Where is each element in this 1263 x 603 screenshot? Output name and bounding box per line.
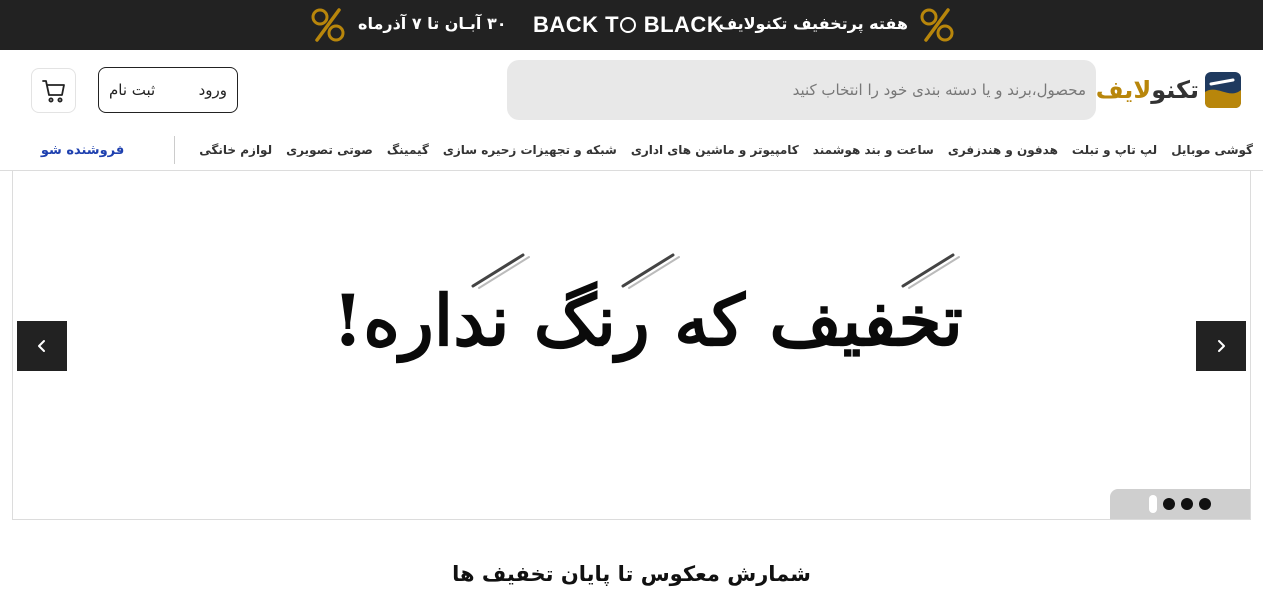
cart-icon xyxy=(41,79,65,102)
category-nav: گوشی موبایل لپ تاپ و تبلت هدفون و هندزفر… xyxy=(41,136,1253,164)
logo-accent: لایف xyxy=(1095,76,1152,104)
chevron-left-icon xyxy=(38,340,45,352)
login-link[interactable]: ورود xyxy=(199,81,227,99)
promo-bar[interactable]: هفته پرتخفیف تکنولایف BACK T BLACK ۳۰ آب… xyxy=(0,0,1263,50)
nav-item-network-storage[interactable]: شبکه و تجهیزات زحیره سازی xyxy=(443,143,617,157)
nav-item-gaming[interactable]: گیمینگ xyxy=(387,143,429,157)
cart-button[interactable] xyxy=(31,68,76,113)
slider-next-button[interactable] xyxy=(1196,321,1246,371)
logo-mark-icon xyxy=(1205,72,1241,108)
site-logo[interactable]: تکنولایف xyxy=(1096,70,1243,110)
banner-headline: تخفیف که رنگ نداره! xyxy=(332,279,963,362)
slider-dot[interactable] xyxy=(1199,498,1211,510)
auth-box[interactable]: ورود ثبت نام xyxy=(98,67,238,113)
signup-link[interactable]: ثبت نام xyxy=(109,81,155,99)
back-to-black-logo: BACK T BLACK xyxy=(533,12,723,38)
slider-dot[interactable] xyxy=(1181,498,1193,510)
slider-pagination xyxy=(1110,489,1250,519)
slider-prev-button[interactable] xyxy=(17,321,67,371)
nav-item-headphones[interactable]: هدفون و هندزفری xyxy=(948,143,1058,157)
promo-week-text: هفته پرتخفیف تکنولایف xyxy=(718,14,908,33)
brand-pre: BACK T xyxy=(533,12,620,37)
slider-dot[interactable] xyxy=(1163,498,1175,510)
nav-item-mobile[interactable]: گوشی موبایل xyxy=(1171,143,1253,157)
hero-banner-slider[interactable]: تخفیف که رنگ نداره! xyxy=(12,171,1251,520)
promo-dates-text: ۳۰ آبـان تا ۷ آذرماه xyxy=(358,14,507,33)
chevron-right-icon xyxy=(1218,340,1225,352)
countdown-title: شمارش معکوس تا پایان تخفیف ها xyxy=(452,562,811,586)
percent-icon xyxy=(311,8,345,42)
logo-text: تکنولایف xyxy=(1096,76,1199,104)
nav-item-smartwatch[interactable]: ساعت و بند هوشمند xyxy=(813,143,934,157)
become-seller-link[interactable]: فروشنده شو xyxy=(41,143,124,158)
nav-item-laptop-tablet[interactable]: لپ تاپ و تبلت xyxy=(1072,143,1157,157)
brand-o-icon xyxy=(620,17,637,33)
search-box[interactable] xyxy=(507,60,1096,120)
percent-icon xyxy=(920,8,954,42)
nav-item-computers[interactable]: کامپیوتر و ماشین های اداری xyxy=(631,143,799,157)
slider-dot[interactable] xyxy=(1149,495,1157,513)
nav-divider xyxy=(174,136,176,164)
nav-item-home-appliances[interactable]: لوازم خانگی xyxy=(199,143,272,157)
brand-post: BLACK xyxy=(637,12,724,37)
nav-item-audio-video[interactable]: صوتی تصویری xyxy=(286,143,373,157)
search-input[interactable] xyxy=(517,81,1086,99)
logo-main: تکنو xyxy=(1151,76,1199,104)
